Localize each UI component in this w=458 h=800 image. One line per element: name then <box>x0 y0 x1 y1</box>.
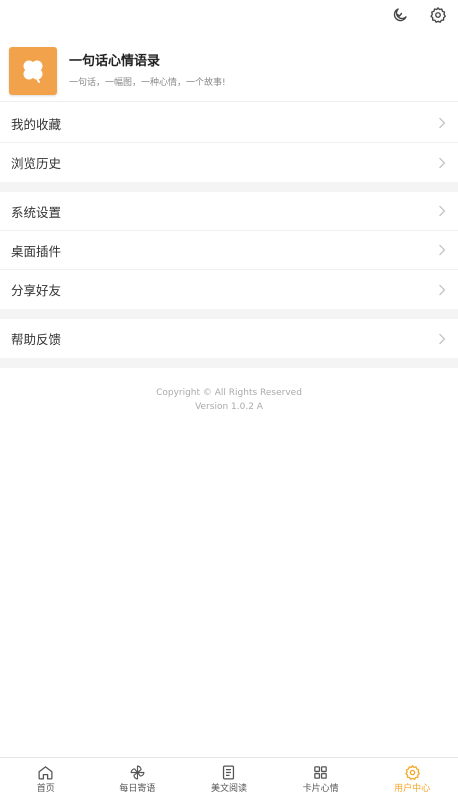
chevron-right-icon <box>437 204 447 218</box>
gear-icon <box>403 763 421 781</box>
bottom-tab-bar: 首页 每日寄语 美文阅读 卡片心情 用户中心 <box>0 757 458 800</box>
menu-item-desktop-widget[interactable]: 桌面插件 <box>0 231 458 270</box>
tab-label: 用户中心 <box>394 784 431 794</box>
app-title: 一句话心情语录 <box>69 53 161 69</box>
chevron-right-icon <box>437 243 447 257</box>
menu-group-2: 系统设置 桌面插件 分享好友 <box>0 192 458 309</box>
section-divider <box>0 358 458 368</box>
menu-item-label: 帮助反馈 <box>11 332 62 347</box>
tab-home[interactable]: 首页 <box>0 758 92 800</box>
menu-group-3: 帮助反馈 <box>0 319 458 358</box>
document-icon <box>220 763 238 781</box>
top-actions <box>390 4 448 26</box>
tab-card-mood[interactable]: 卡片心情 <box>275 758 367 800</box>
app-icon <box>9 46 57 95</box>
clover-icon <box>23 60 43 83</box>
section-divider <box>0 309 458 319</box>
menu-item-label: 系统设置 <box>11 204 62 220</box>
menu-item-label: 桌面插件 <box>11 243 62 259</box>
chevron-right-icon <box>437 116 447 130</box>
menu-item-favorites[interactable]: 我的收藏 <box>0 104 458 143</box>
menu-item-share-friends[interactable]: 分享好友 <box>0 270 458 309</box>
pinwheel-icon <box>128 763 146 781</box>
section-divider <box>0 182 458 192</box>
menu-item-system-settings[interactable]: 系统设置 <box>0 192 458 231</box>
chevron-right-icon <box>437 156 447 170</box>
copyright-line: Copyright © All Rights Reserved <box>156 388 302 398</box>
tab-label: 每日寄语 <box>119 784 156 794</box>
menu-item-label: 浏览历史 <box>11 156 62 171</box>
chevron-right-icon <box>437 332 447 346</box>
menu-item-label: 分享好友 <box>11 283 62 298</box>
menu-item-label: 我的收藏 <box>11 116 62 132</box>
grid-icon <box>312 763 330 781</box>
menu-group-1: 我的收藏 浏览历史 <box>0 104 458 182</box>
moon-icon[interactable] <box>390 5 410 25</box>
copyright: Copyright © All Rights Reserved Version … <box>0 386 458 414</box>
menu-item-history[interactable]: 浏览历史 <box>0 143 458 182</box>
chevron-right-icon <box>437 283 447 297</box>
profile-header: 一句话心情语录 一句话，一幅图，一种心情，一个故事! <box>0 40 458 102</box>
tab-label: 首页 <box>36 784 55 794</box>
version-line: Version 1.0.2 A <box>195 402 263 412</box>
tab-label: 卡片心情 <box>302 784 339 794</box>
menu-item-help-feedback[interactable]: 帮助反馈 <box>0 319 458 358</box>
tab-essay-reading[interactable]: 美文阅读 <box>183 758 275 800</box>
gear-icon[interactable] <box>428 5 448 25</box>
tab-user-center[interactable]: 用户中心 <box>366 758 458 800</box>
app-subtitle: 一句话，一幅图，一种心情，一个故事! <box>69 77 226 88</box>
tab-label: 美文阅读 <box>210 784 247 794</box>
tab-daily-message[interactable]: 每日寄语 <box>92 758 184 800</box>
home-icon <box>37 763 55 781</box>
